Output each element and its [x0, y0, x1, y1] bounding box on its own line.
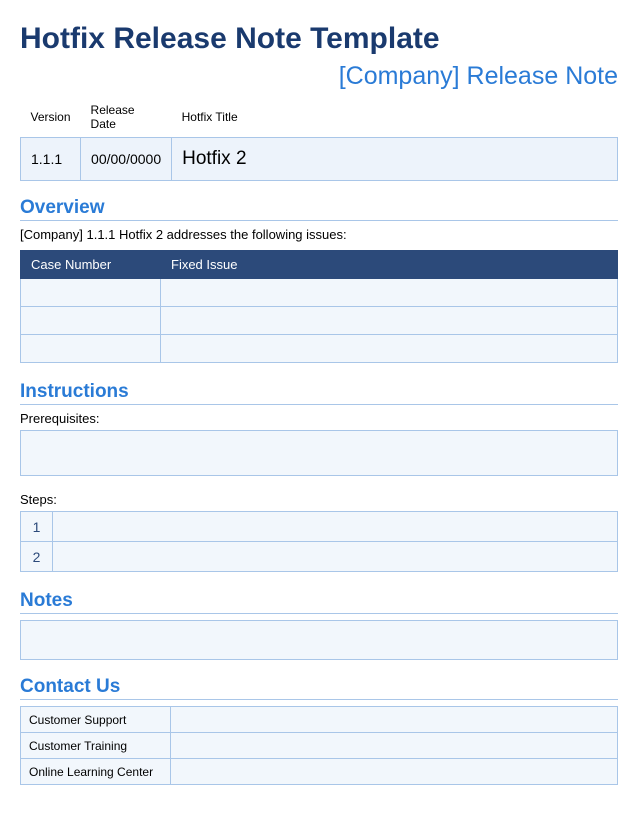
step-text — [53, 542, 618, 572]
overview-intro: [Company] 1.1.1 Hotfix 2 addresses the f… — [20, 227, 618, 242]
overview-heading: Overview — [20, 197, 618, 221]
hotfix-title-value: Hotfix 2 — [172, 138, 618, 181]
page-subtitle: [Company] Release Note — [20, 62, 618, 91]
table-row — [21, 279, 618, 307]
contact-value — [171, 759, 618, 785]
contact-value — [171, 707, 618, 733]
fixed-issue-cell — [161, 279, 618, 307]
case-number-cell — [21, 279, 161, 307]
release-header-table: Version Release Date Hotfix Title 1.1.1 … — [20, 99, 618, 181]
table-row: Customer Support — [21, 707, 618, 733]
col-version: Version — [21, 99, 81, 138]
contact-heading: Contact Us — [20, 676, 618, 700]
prerequisites-label: Prerequisites: — [20, 411, 618, 426]
table-row — [21, 335, 618, 363]
case-number-cell — [21, 335, 161, 363]
prerequisites-box — [20, 430, 618, 476]
contact-table: Customer Support Customer Training Onlin… — [20, 706, 618, 785]
contact-label: Online Learning Center — [21, 759, 171, 785]
issues-table: Case Number Fixed Issue — [20, 250, 618, 363]
release-date-value: 00/00/0000 — [81, 138, 172, 181]
table-row — [21, 307, 618, 335]
step-text — [53, 512, 618, 542]
step-number: 1 — [21, 512, 53, 542]
instructions-heading: Instructions — [20, 381, 618, 405]
table-row: 2 — [21, 542, 618, 572]
table-row: Customer Training — [21, 733, 618, 759]
col-release-date: Release Date — [81, 99, 172, 138]
steps-label: Steps: — [20, 492, 618, 507]
col-fixed-issue: Fixed Issue — [161, 251, 618, 279]
contact-label: Customer Training — [21, 733, 171, 759]
version-value: 1.1.1 — [21, 138, 81, 181]
table-row: Online Learning Center — [21, 759, 618, 785]
table-row: 1 — [21, 512, 618, 542]
page-title: Hotfix Release Note Template — [20, 22, 618, 56]
col-case-number: Case Number — [21, 251, 161, 279]
notes-heading: Notes — [20, 590, 618, 614]
fixed-issue-cell — [161, 307, 618, 335]
case-number-cell — [21, 307, 161, 335]
contact-label: Customer Support — [21, 707, 171, 733]
steps-table: 1 2 — [20, 511, 618, 572]
col-hotfix-title: Hotfix Title — [172, 99, 618, 138]
fixed-issue-cell — [161, 335, 618, 363]
step-number: 2 — [21, 542, 53, 572]
notes-box — [20, 620, 618, 660]
contact-value — [171, 733, 618, 759]
